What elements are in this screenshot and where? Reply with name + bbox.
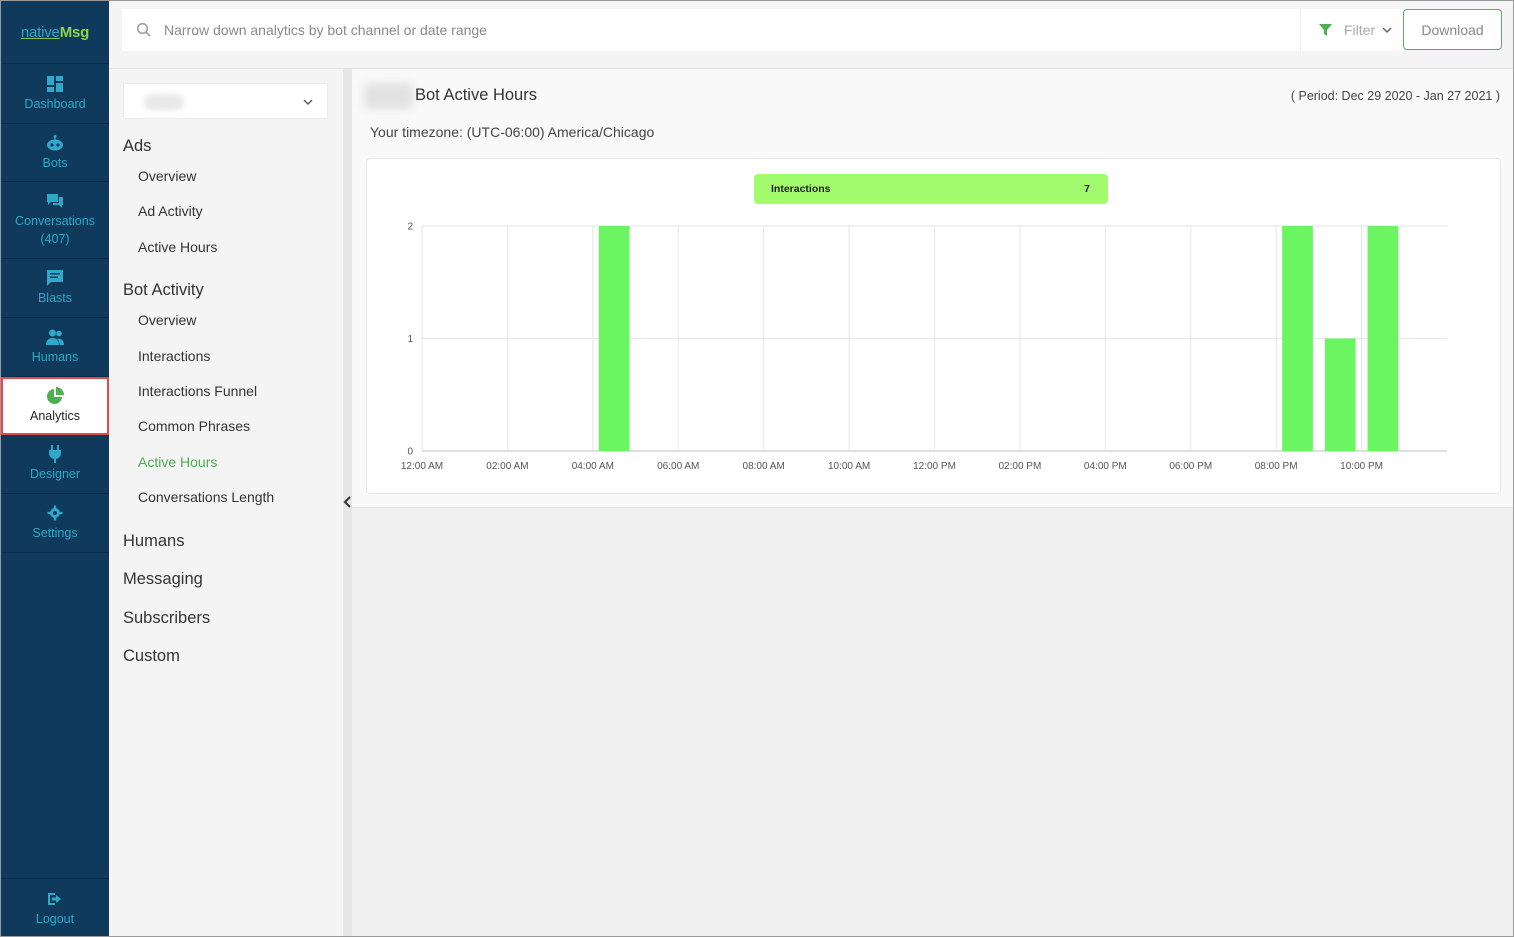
nav-designer[interactable]: Designer [1,435,109,494]
logo-text-msg: Msg [59,23,90,41]
bot-activity-common-phrases[interactable]: Common Phrases [138,418,250,434]
nav-settings[interactable]: Settings [1,494,109,553]
bar [1324,338,1356,451]
active-hours-chart: 0 1 2 12:00 AM 02:00 AM 04:00 AM 06:00 AM 08:00… [401,174,1447,472]
dashboard-icon [47,75,63,92]
x-tick-label: 12:00 AM [401,461,443,472]
search-icon [136,22,151,37]
filter-label: Filter [1344,22,1376,38]
bot-activity-conversations-length[interactable]: Conversations Length [138,489,274,505]
nav-label: Conversations [15,214,95,228]
robot-icon [47,134,63,150]
ads-ad-activity[interactable]: Ad Activity [138,203,203,219]
bot-activity-overview[interactable]: Overview [138,312,196,328]
nav-label: Bots [42,155,68,170]
nav-label: Analytics [29,408,81,423]
bot-avatar [364,83,414,109]
users-icon [46,329,64,345]
y-tick-label: 2 [407,222,413,233]
ads-overview[interactable]: Overview [138,168,196,184]
x-tick-label: 04:00 PM [1084,461,1127,472]
section-bot-activity[interactable]: Bot Activity [123,281,204,300]
bot-selector[interactable] [123,83,328,119]
x-tick-label: 06:00 PM [1169,461,1212,472]
period-label: ( Period: Dec 29 2020 - Jan 27 2021 ) [1290,89,1500,103]
x-tick-label: 10:00 PM [1340,461,1383,472]
legend-series-total: 7 [1084,183,1090,195]
app-window: nativeMsg Dashboard Bots Conversations (… [0,0,1514,937]
nav-dashboard[interactable]: Dashboard [1,64,109,124]
chat-icon [47,194,63,208]
section-messaging[interactable]: Messaging [123,570,203,589]
bot-activity-interactions[interactable]: Interactions [138,348,210,364]
nav-label: Logout [35,911,75,926]
gear-icon [47,505,63,521]
bar [1282,226,1313,451]
y-tick-label: 1 [407,334,413,345]
pie-chart-icon [47,386,64,404]
search-input[interactable] [164,9,1284,51]
bar [598,226,630,451]
nav-label: Humans [31,350,79,364]
funnel-icon [1319,23,1332,36]
x-tick-label: 10:00 AM [828,461,870,472]
nav-logout[interactable]: Logout [1,878,109,936]
section-humans[interactable]: Humans [123,532,184,551]
nav-label: Designer [29,467,81,481]
logout-icon [48,892,61,905]
page-title: Bot Active Hours [415,86,537,104]
nav-bots[interactable]: Bots [1,124,109,182]
x-tick-label: 06:00 AM [657,461,699,472]
x-tick-label: 02:00 AM [486,461,528,472]
message-icon [47,270,63,286]
legend-series-name: Interactions [771,183,831,195]
timezone-label: Your timezone: (UTC-06:00) America/Chica… [370,124,655,140]
plug-icon [49,445,61,463]
left-nav: nativeMsg Dashboard Bots Conversations (… [1,1,109,936]
y-tick-label: 0 [407,447,413,458]
brand-logo[interactable]: nativeMsg [1,1,109,64]
ads-active-hours[interactable]: Active Hours [138,239,217,255]
section-custom[interactable]: Custom [123,647,180,666]
section-ads[interactable]: Ads [123,137,151,156]
report-panel: Bot Active Hours ( Period: Dec 29 2020 -… [352,69,1513,508]
search-bar: Filter [122,9,1404,51]
x-tick-label: 04:00 AM [572,461,614,472]
conversations-count: (407) [40,232,70,246]
nav-analytics[interactable]: Analytics [1,377,109,435]
logo-text-native: native [20,23,60,41]
section-subscribers[interactable]: Subscribers [123,609,210,628]
top-bar: Filter Download [109,1,1513,69]
bot-activity-active-hours[interactable]: Active Hours [138,454,217,470]
analytics-submenu: Ads Overview Ad Activity Active Hours Bo… [109,69,343,936]
x-tick-label: 12:00 PM [913,461,956,472]
filter-button[interactable]: Filter [1300,9,1404,51]
download-button[interactable]: Download [1403,9,1502,50]
chevron-down-icon [303,99,313,105]
chart-card: 0 1 2 12:00 AM 02:00 AM 04:00 AM 06:00 AM 08:00… [366,158,1501,494]
nav-blasts[interactable]: Blasts [1,259,109,318]
main-content: Bot Active Hours ( Period: Dec 29 2020 -… [352,69,1513,936]
x-tick-label: 08:00 AM [743,461,785,472]
x-tick-label: 08:00 PM [1255,461,1298,472]
bot-selector-value [144,94,184,110]
chevron-down-icon [1382,27,1392,34]
bar [1367,226,1399,451]
nav-conversations[interactable]: Conversations (407) [1,182,109,259]
nav-label: Dashboard [24,96,86,111]
nav-label: Blasts [37,291,73,305]
bot-activity-interactions-funnel[interactable]: Interactions Funnel [138,383,257,399]
nav-humans[interactable]: Humans [1,318,109,377]
nav-label: Settings [32,526,78,540]
x-tick-label: 02:00 PM [999,461,1042,472]
